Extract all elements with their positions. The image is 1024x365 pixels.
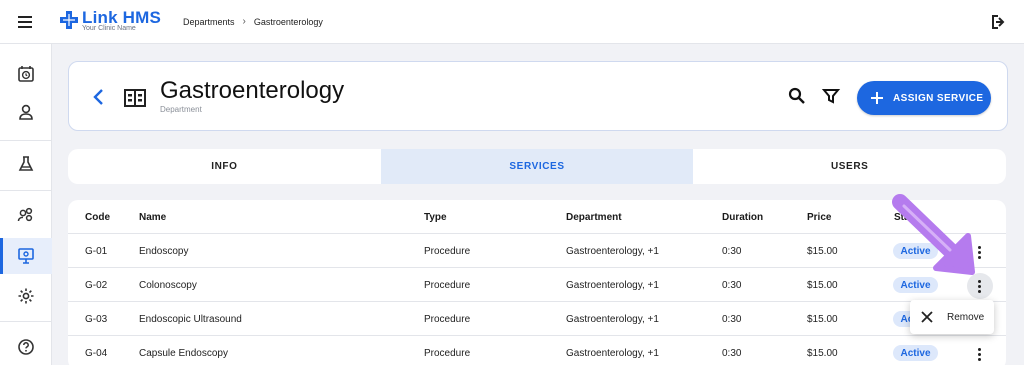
sidebar-item-appointments[interactable] (0, 56, 52, 92)
help-icon (18, 339, 34, 355)
cell-department: Gastroenterology, +1 (566, 280, 659, 291)
building-icon (124, 89, 146, 107)
breadcrumb-separator: › (242, 16, 246, 27)
cell-price: $15.00 (807, 246, 838, 257)
plus-icon (871, 92, 883, 104)
page-subtitle: Department (160, 105, 202, 114)
assign-service-button[interactable]: ASSIGN SERVICE (857, 81, 991, 115)
person-icon (19, 104, 33, 120)
table-row[interactable]: G-03 Endoscopic Ultrasound Procedure Gas… (68, 302, 1006, 336)
cell-department: Gastroenterology, +1 (566, 348, 659, 359)
tab-bar: INFO SERVICES USERS (68, 149, 1006, 184)
cell-code: G-02 (85, 280, 108, 291)
logo[interactable]: Link HMS Your Clinic Name (60, 8, 161, 36)
row-actions-button[interactable] (967, 273, 993, 299)
cell-name: Endoscopy (139, 246, 189, 257)
filter-icon[interactable] (821, 86, 841, 106)
sidebar (0, 44, 52, 365)
row-actions-menu: Remove (910, 300, 994, 334)
table-row[interactable]: G-01 Endoscopy Procedure Gastroenterolog… (68, 234, 1006, 268)
column-header-price[interactable]: Price (807, 212, 831, 223)
cell-code: G-04 (85, 348, 108, 359)
sidebar-item-lab[interactable] (0, 146, 52, 182)
back-arrow-icon[interactable] (89, 86, 109, 108)
column-header-status[interactable]: Status (894, 212, 925, 223)
app-subtitle: Your Clinic Name (82, 25, 136, 32)
close-icon (921, 311, 933, 323)
tab-users[interactable]: USERS (693, 149, 1006, 184)
table-row[interactable]: G-04 Capsule Endoscopy Procedure Gastroe… (68, 336, 1006, 365)
logo-cross-icon (60, 11, 78, 29)
sidebar-divider (0, 321, 52, 322)
cell-department: Gastroenterology, +1 (566, 246, 659, 257)
cell-type: Procedure (424, 280, 471, 291)
sidebar-item-settings[interactable] (0, 278, 52, 314)
status-badge: Active (893, 345, 938, 361)
lab-flask-icon (18, 156, 34, 171)
calendar-clock-icon (18, 66, 34, 82)
cell-department: Gastroenterology, +1 (566, 314, 659, 325)
cell-duration: 0:30 (722, 314, 742, 325)
table-header: Code Name Type Department Duration Price… (68, 200, 1006, 234)
menu-item-label: Remove (947, 312, 985, 323)
search-icon[interactable] (787, 86, 807, 106)
users-group-icon (17, 207, 33, 222)
column-header-type[interactable]: Type (424, 212, 447, 223)
sidebar-divider (0, 140, 52, 141)
column-header-duration[interactable]: Duration (722, 212, 763, 223)
table-row[interactable]: G-02 Colonoscopy Procedure Gastroenterol… (68, 268, 1006, 302)
cell-price: $15.00 (807, 314, 838, 325)
breadcrumb-departments[interactable]: Departments (183, 17, 235, 27)
sidebar-item-help[interactable] (0, 329, 52, 365)
row-actions-button[interactable] (967, 341, 993, 365)
sidebar-item-users[interactable] (0, 197, 52, 233)
cell-duration: 0:30 (722, 280, 742, 291)
tab-info[interactable]: INFO (68, 149, 381, 184)
settings-gear-icon (18, 288, 34, 304)
cell-price: $15.00 (807, 280, 838, 291)
sidebar-item-patients[interactable] (0, 94, 52, 130)
cell-code: G-03 (85, 314, 108, 325)
page-title: Gastroenterology (160, 77, 345, 104)
cell-code: G-01 (85, 246, 108, 257)
breadcrumb-current: Gastroenterology (253, 16, 323, 27)
column-header-name[interactable]: Name (139, 212, 166, 223)
cell-name: Colonoscopy (139, 280, 197, 291)
sidebar-item-departments[interactable] (0, 238, 52, 274)
cell-type: Procedure (424, 314, 471, 325)
top-bar: Link HMS Your Clinic Name Departments › … (0, 0, 1024, 44)
tab-services[interactable]: SERVICES (380, 149, 694, 184)
sidebar-divider (0, 190, 52, 191)
row-actions-button[interactable] (967, 239, 993, 265)
cell-price: $15.00 (807, 348, 838, 359)
monitor-settings-icon (18, 248, 34, 264)
menu-icon[interactable] (15, 14, 35, 30)
cell-name: Capsule Endoscopy (139, 348, 228, 359)
cell-duration: 0:30 (722, 348, 742, 359)
column-header-code[interactable]: Code (85, 212, 110, 223)
cell-type: Procedure (424, 348, 471, 359)
status-badge: Active (893, 243, 938, 259)
cell-name: Endoscopic Ultrasound (139, 314, 242, 325)
department-header: Gastroenterology Department ASSIGN SERVI… (68, 61, 1008, 131)
cell-type: Procedure (424, 246, 471, 257)
cell-duration: 0:30 (722, 246, 742, 257)
column-header-department[interactable]: Department (566, 212, 622, 223)
services-table: Code Name Type Department Duration Price… (68, 200, 1006, 365)
breadcrumb: Departments › Gastroenterology (183, 16, 323, 27)
assign-service-label: ASSIGN SERVICE (893, 93, 984, 104)
status-badge: Active (893, 277, 938, 293)
logout-icon[interactable] (988, 12, 1008, 32)
